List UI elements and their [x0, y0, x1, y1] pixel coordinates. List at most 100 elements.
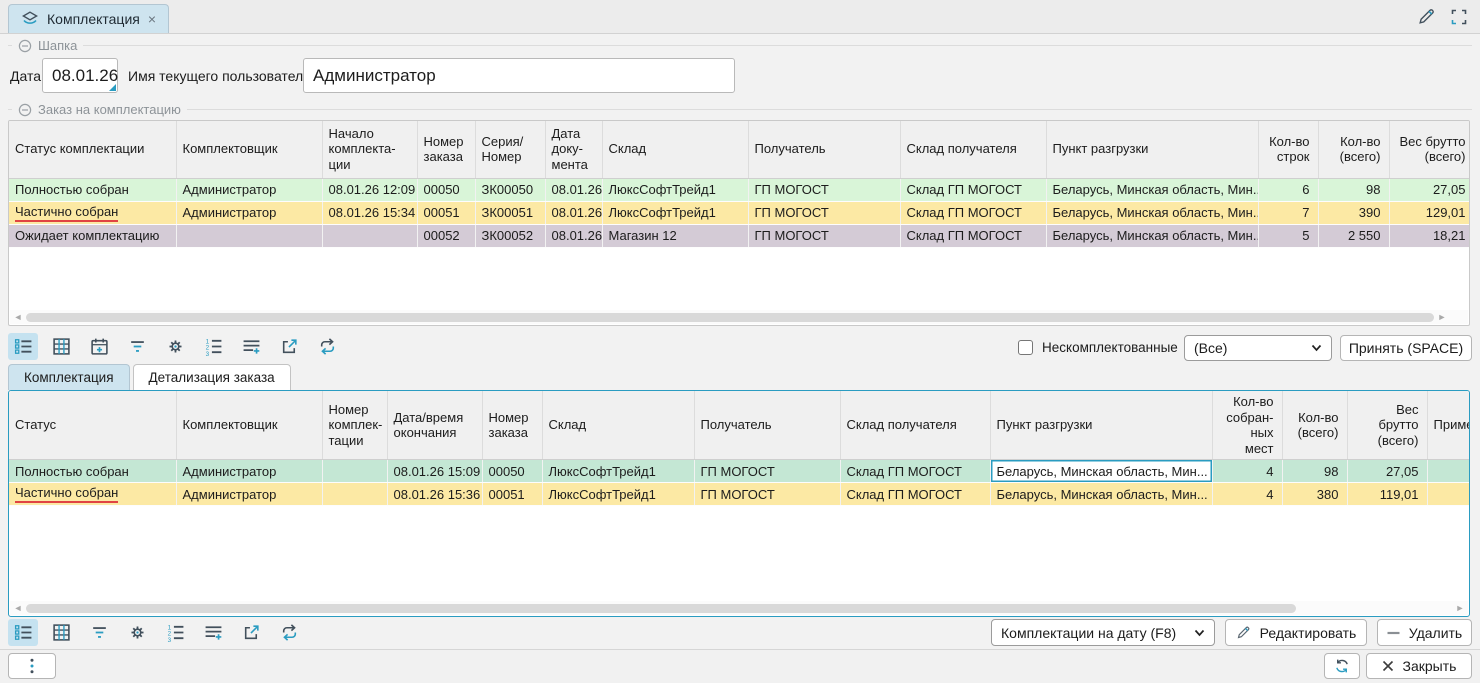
- refresh-button[interactable]: [1324, 653, 1360, 679]
- scroll-right-icon[interactable]: ►: [1434, 310, 1450, 324]
- column-header[interactable]: Склад получателя: [840, 391, 990, 460]
- collapse-icon[interactable]: [18, 39, 32, 53]
- cell[interactable]: 08.01.26: [545, 201, 602, 224]
- filter-button[interactable]: [122, 333, 152, 360]
- cell[interactable]: ЛюксСофтТрейд1: [542, 483, 694, 506]
- list-view-button[interactable]: [8, 619, 38, 646]
- cell[interactable]: 08.01.26: [545, 224, 602, 247]
- column-header[interactable]: Статус комплектации: [9, 121, 176, 178]
- grid-view-button[interactable]: [46, 619, 76, 646]
- cell[interactable]: 08.01.26 15:34: [322, 201, 417, 224]
- collapse-icon[interactable]: [18, 103, 32, 117]
- cell[interactable]: 18,21: [1389, 224, 1470, 247]
- cell[interactable]: Беларусь, Минская область, Мин...: [1046, 201, 1258, 224]
- column-header[interactable]: Склад: [542, 391, 694, 460]
- horizontal-scrollbar[interactable]: ◄ ►: [10, 601, 1468, 615]
- column-header[interactable]: Склад: [602, 121, 748, 178]
- numbered-list-button[interactable]: 123: [198, 333, 228, 360]
- column-header[interactable]: Вес брутто (всего): [1389, 121, 1470, 178]
- column-header[interactable]: Пункт разгрузки: [990, 391, 1212, 460]
- cell[interactable]: ГП МОГОСТ: [694, 483, 840, 506]
- cell[interactable]: Склад ГП МОГОСТ: [900, 201, 1046, 224]
- cell[interactable]: [1427, 460, 1470, 483]
- cell[interactable]: 00051: [417, 201, 475, 224]
- status-filter-select[interactable]: (Все): [1184, 335, 1332, 361]
- list-view-button[interactable]: [8, 333, 38, 360]
- cell[interactable]: ГП МОГОСТ: [694, 460, 840, 483]
- cell[interactable]: ЗК00051: [475, 201, 545, 224]
- open-external-button[interactable]: [236, 619, 266, 646]
- cell[interactable]: 08.01.26 12:09: [322, 178, 417, 201]
- cell[interactable]: 390: [1318, 201, 1389, 224]
- column-header[interactable]: Серия/ Номер: [475, 121, 545, 178]
- document-tab-komplektacia[interactable]: Комплектация ×: [8, 4, 169, 33]
- close-tab-icon[interactable]: ×: [148, 12, 156, 26]
- cell[interactable]: [322, 483, 387, 506]
- table-row[interactable]: Частично собранАдминистратор 08.01.26 15:…: [9, 483, 1470, 506]
- cell[interactable]: Склад ГП МОГОСТ: [840, 483, 990, 506]
- cell[interactable]: 27,05: [1389, 178, 1470, 201]
- current-user-input[interactable]: Администратор: [303, 58, 735, 93]
- cell[interactable]: Администратор: [176, 178, 322, 201]
- column-header[interactable]: Кол-во (всего): [1282, 391, 1347, 460]
- cell[interactable]: 00050: [482, 460, 542, 483]
- table-row[interactable]: Полностью собранАдминистратор08.01.26 12…: [9, 178, 1470, 201]
- scroll-right-icon[interactable]: ►: [1452, 601, 1468, 615]
- cell[interactable]: 119,01: [1347, 483, 1427, 506]
- table-row[interactable]: Ожидает комплектацию 00052ЗК0005208.01.26…: [9, 224, 1470, 247]
- cell[interactable]: ЗК00052: [475, 224, 545, 247]
- cell[interactable]: ЛюксСофтТрейд1: [602, 201, 748, 224]
- cell[interactable]: ЛюксСофтТрейд1: [542, 460, 694, 483]
- cell[interactable]: Частично собран: [9, 201, 176, 224]
- column-header[interactable]: Примечание: [1427, 391, 1470, 460]
- cell[interactable]: 27,05: [1347, 460, 1427, 483]
- cell[interactable]: Ожидает комплектацию: [9, 224, 176, 247]
- cell[interactable]: 08.01.26: [545, 178, 602, 201]
- cell[interactable]: Склад ГП МОГОСТ: [900, 224, 1046, 247]
- column-header[interactable]: Номер заказа: [417, 121, 475, 178]
- cell[interactable]: 00052: [417, 224, 475, 247]
- cell[interactable]: Беларусь, Минская область, Мин...: [1046, 224, 1258, 247]
- scrollbar-thumb[interactable]: [26, 604, 1296, 613]
- cell[interactable]: 5: [1258, 224, 1318, 247]
- column-header[interactable]: Дата доку- мента: [545, 121, 602, 178]
- grid-view-button[interactable]: [46, 333, 76, 360]
- cell[interactable]: [176, 224, 322, 247]
- scrollbar-thumb[interactable]: [26, 313, 1434, 322]
- column-header[interactable]: Комплектовщик: [176, 391, 322, 460]
- column-header[interactable]: Склад получателя: [900, 121, 1046, 178]
- cell[interactable]: Беларусь, Минская область, Мин...: [990, 483, 1212, 506]
- calendar-add-button[interactable]: [84, 333, 114, 360]
- cell[interactable]: Администратор: [176, 201, 322, 224]
- numbered-list-button[interactable]: 123: [160, 619, 190, 646]
- horizontal-scrollbar[interactable]: ◄ ►: [10, 310, 1468, 324]
- cell[interactable]: Администратор: [176, 460, 322, 483]
- cell[interactable]: Магазин 12: [602, 224, 748, 247]
- tab-detalizacia-zakaza[interactable]: Детализация заказа: [133, 364, 291, 390]
- cell[interactable]: Администратор: [176, 483, 322, 506]
- settings-gear-button[interactable]: [160, 333, 190, 360]
- cell[interactable]: ГП МОГОСТ: [748, 201, 900, 224]
- cell[interactable]: [322, 224, 417, 247]
- cell[interactable]: ГП МОГОСТ: [748, 178, 900, 201]
- table-row[interactable]: Полностью собранАдминистратор08.01.26 15…: [9, 460, 1470, 483]
- cell[interactable]: ЗК00050: [475, 178, 545, 201]
- cell[interactable]: 6: [1258, 178, 1318, 201]
- open-external-button[interactable]: [274, 333, 304, 360]
- cell[interactable]: [1427, 483, 1470, 506]
- date-input[interactable]: 08.01.26: [42, 58, 118, 93]
- column-header[interactable]: Пункт разгрузки: [1046, 121, 1258, 178]
- cell[interactable]: Склад ГП МОГОСТ: [900, 178, 1046, 201]
- column-header[interactable]: Номер комплек- тации: [322, 391, 387, 460]
- edit-pencil-icon[interactable]: [1417, 7, 1436, 26]
- cell[interactable]: Частично собран: [9, 483, 176, 506]
- cell[interactable]: ЛюксСофтТрейд1: [602, 178, 748, 201]
- cell[interactable]: 00051: [482, 483, 542, 506]
- column-header[interactable]: Номер заказа: [482, 391, 542, 460]
- column-header[interactable]: Вес брутто (всего): [1347, 391, 1427, 460]
- cell[interactable]: 08.01.26 15:36: [387, 483, 482, 506]
- add-row-button[interactable]: [198, 619, 228, 646]
- column-header[interactable]: Получатель: [748, 121, 900, 178]
- mode-select[interactable]: Комплектации на дату (F8): [991, 619, 1215, 646]
- close-button[interactable]: Закрыть: [1366, 653, 1472, 679]
